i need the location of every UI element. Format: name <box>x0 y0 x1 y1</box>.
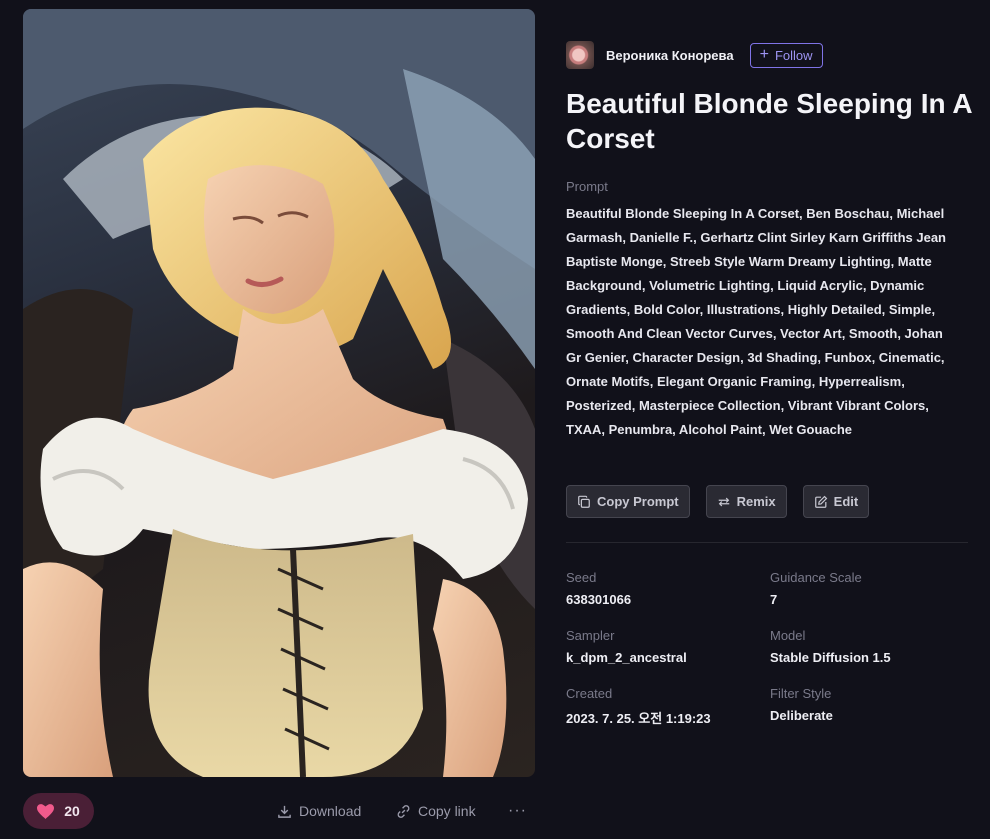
author-name[interactable]: Вероника Конорева <box>606 48 734 63</box>
model-field: Model Stable Diffusion 1.5 <box>770 628 891 665</box>
copy-prompt-label: Copy Prompt <box>597 494 679 509</box>
guidance-scale-field: Guidance Scale 7 <box>770 570 862 607</box>
copy-link-label: Copy link <box>418 803 476 819</box>
created-value: 2023. 7. 25. 오전 1:19:23 <box>566 711 711 726</box>
seed-value: 638301066 <box>566 592 632 607</box>
download-icon <box>278 805 291 818</box>
created-label: Created <box>566 686 613 701</box>
artwork-illustration <box>23 9 535 777</box>
download-button[interactable]: Download <box>277 793 361 829</box>
prompt-actions: Copy Prompt Remix Edit <box>566 485 870 518</box>
guidance-scale-value: 7 <box>770 592 778 607</box>
sampler-value: k_dpm_2_ancestral <box>566 650 687 665</box>
page-title: Beautiful Blonde Sleeping In A Corset <box>566 88 972 154</box>
divider <box>566 542 968 543</box>
link-icon <box>397 804 410 818</box>
follow-label: Follow <box>774 47 813 63</box>
filter-style-field: Filter Style Deliberate <box>770 686 833 723</box>
seed-field: Seed 638301066 <box>566 570 631 607</box>
plus-icon: + <box>759 45 769 63</box>
copy-prompt-button[interactable]: Copy Prompt <box>566 485 690 518</box>
download-label: Download <box>299 803 362 819</box>
filter-style-label: Filter Style <box>770 686 832 701</box>
remix-button[interactable]: Remix <box>705 485 787 518</box>
artwork-action-bar: 20 Download Copy link ··· <box>23 793 535 829</box>
follow-button[interactable]: + Follow <box>749 42 823 68</box>
edit-icon <box>814 495 827 508</box>
heart-icon <box>37 803 55 819</box>
sampler-label: Sampler <box>566 628 615 643</box>
artwork-image[interactable] <box>23 9 535 777</box>
seed-label: Seed <box>566 570 597 585</box>
prompt-label: Prompt <box>566 179 608 194</box>
copy-link-button[interactable]: Copy link <box>396 793 476 829</box>
guidance-scale-label: Guidance Scale <box>770 570 862 585</box>
sampler-field: Sampler k_dpm_2_ancestral <box>566 628 687 665</box>
like-button[interactable]: 20 <box>23 793 94 829</box>
like-count: 20 <box>64 803 80 819</box>
remix-label: Remix <box>736 494 776 509</box>
model-value: Stable Diffusion 1.5 <box>770 650 891 665</box>
model-label: Model <box>770 628 806 643</box>
avatar[interactable] <box>566 41 594 69</box>
author-row: Вероника Конорева + Follow <box>566 41 823 69</box>
edit-label: Edit <box>833 494 859 509</box>
more-options-button[interactable]: ··· <box>508 793 527 829</box>
remix-icon <box>718 497 729 506</box>
more-dots-icon: ··· <box>508 802 527 819</box>
filter-style-value: Deliberate <box>770 708 833 723</box>
prompt-text: Beautiful Blonde Sleeping In A Corset, B… <box>566 206 947 437</box>
created-field: Created 2023. 7. 25. 오전 1:19:23 <box>566 686 711 727</box>
copy-icon <box>578 495 590 508</box>
edit-button[interactable]: Edit <box>802 485 870 518</box>
